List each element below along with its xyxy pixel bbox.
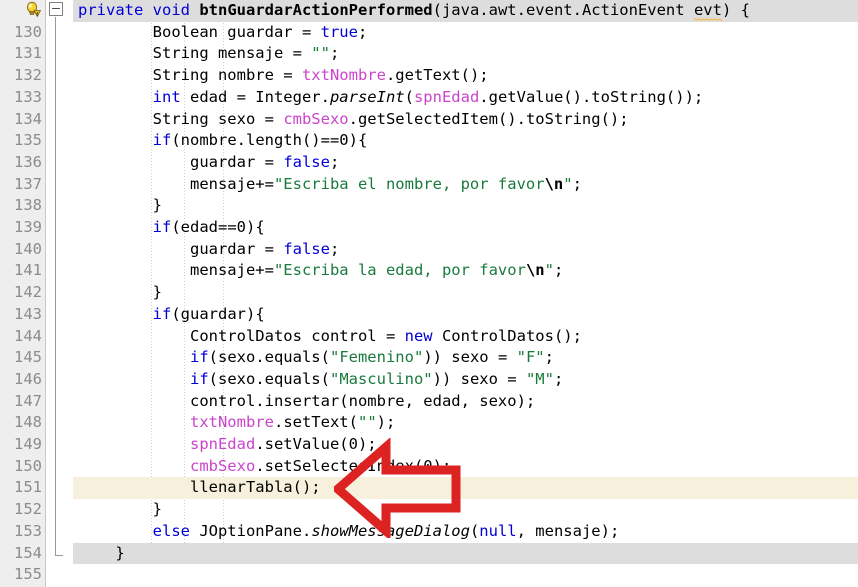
token-keyword-if: if	[189, 369, 209, 388]
code-line-146[interactable]: if(sexo.equals("Masculino")) sexo = "M";	[73, 369, 858, 391]
line-number-140: 140	[14, 239, 42, 258]
code-line-142[interactable]: }	[73, 282, 858, 304]
line-number-131: 131	[14, 44, 42, 63]
line-number-134: 134	[14, 109, 42, 128]
code-line-143[interactable]: if(guardar){	[73, 304, 858, 326]
token-param-evt-warning: evt	[693, 1, 722, 19]
line-number-151: 151	[14, 478, 42, 497]
code-line-138[interactable]: }	[73, 195, 858, 217]
line-number-142: 142	[14, 283, 42, 302]
line-number-139: 139	[14, 218, 42, 236]
token-keyword-else: else	[152, 521, 190, 540]
token-keyword-null: null	[479, 521, 517, 540]
fold-range-line	[55, 17, 56, 556]
token-escape-newline: \n	[525, 261, 545, 280]
code-line-144[interactable]: ControlDatos control = new ControlDatos(…	[73, 326, 858, 348]
line-number-155: 155	[14, 565, 42, 584]
fold-margin[interactable]	[47, 0, 73, 587]
code-line-155[interactable]	[73, 564, 858, 586]
line-number-144: 144	[14, 326, 42, 345]
token-keyword-true: true	[320, 22, 358, 41]
line-number-135: 135	[14, 131, 42, 150]
code-line-135[interactable]: if(nombre.length()==0){	[73, 130, 858, 152]
line-number-152: 152	[14, 500, 42, 519]
token-string: ""	[357, 413, 377, 432]
code-line-139[interactable]: if(edad==0){	[73, 217, 858, 239]
line-number-148: 148	[14, 413, 42, 432]
code-line-141[interactable]: mensaje+="Escriba la edad, por favor\n";	[73, 260, 858, 282]
fold-toggle-collapse[interactable]	[49, 2, 63, 16]
token-method-name: btnGuardarActionPerformed	[199, 1, 433, 19]
code-editor[interactable]: 130 131 132 133 134 135 136 137 138 139 140 141 142 1…	[0, 0, 858, 587]
code-line-154[interactable]: }	[73, 542, 858, 565]
line-number-141: 141	[14, 261, 42, 280]
code-line-151-highlighted[interactable]: llenarTabla();	[73, 477, 858, 500]
line-number-143: 143	[14, 304, 42, 323]
token-keyword-if: if	[189, 348, 209, 367]
line-number-137: 137	[14, 174, 42, 193]
token-field-cmbsexo: cmbSexo	[283, 109, 349, 128]
token-keyword-private: private	[78, 1, 144, 19]
token-field-spnedad: spnEdad	[413, 87, 480, 106]
code-line-145[interactable]: if(sexo.equals("Femenino")) sexo = "F";	[73, 347, 858, 369]
line-number-133: 133	[14, 87, 42, 106]
token-field-txtnombre: txtNombre	[301, 66, 386, 85]
fold-range-end	[55, 555, 63, 556]
line-number-150: 150	[14, 456, 42, 475]
token-field-txtnombre: txtNombre	[189, 413, 274, 432]
token-string: "Femenino"	[329, 348, 424, 367]
code-line-132[interactable]: String nombre = txtNombre.getText();	[73, 65, 858, 87]
line-number-130: 130	[14, 22, 42, 41]
token-string: ""	[311, 44, 330, 63]
line-number-153: 153	[14, 521, 42, 540]
token-string: "Escriba la edad, por favor\n"	[273, 261, 554, 280]
token-string: "M"	[525, 369, 554, 388]
token-string: "Masculino"	[329, 369, 433, 388]
token-string: "F"	[516, 348, 545, 367]
token-keyword-false: false	[283, 152, 330, 171]
code-line-137[interactable]: mensaje+="Escriba el nombre, por favor\n…	[73, 174, 858, 196]
token-keyword-if: if	[152, 131, 172, 150]
line-number-154: 154	[14, 543, 42, 562]
lightbulb-warning-icon[interactable]	[24, 1, 42, 18]
line-number-gutter: 130 131 132 133 134 135 136 137 138 139 140 141 142 1…	[0, 0, 46, 587]
line-number-145: 145	[14, 348, 42, 367]
code-line-130[interactable]: Boolean guardar = true;	[73, 22, 858, 44]
code-line-140[interactable]: guardar = false;	[73, 239, 858, 261]
line-number-136: 136	[14, 152, 42, 171]
token-keyword-if: if	[152, 304, 172, 323]
token-static-parseint: parseInt	[329, 87, 405, 106]
token-keyword-if: if	[152, 218, 172, 236]
token-keyword-new: new	[404, 326, 433, 345]
token-keyword-int: int	[152, 87, 181, 106]
line-number-147: 147	[14, 391, 42, 410]
token-field-cmbsexo: cmbSexo	[189, 456, 256, 475]
token-keyword-false: false	[283, 239, 330, 258]
token-keyword-void: void	[152, 1, 190, 19]
code-line-150[interactable]: cmbSexo.setSelectedIndex(0);	[73, 456, 858, 478]
code-line-134[interactable]: String sexo = cmbSexo.getSelectedItem().…	[73, 109, 858, 131]
line-number-132: 132	[14, 66, 42, 85]
token-field-spnedad: spnEdad	[189, 435, 256, 453]
code-line-152[interactable]: }	[73, 499, 858, 521]
token-static-showmessagedialog: showMessageDialog	[311, 521, 470, 540]
code-surface[interactable]: private void btnGuardarActionPerformed(j…	[73, 0, 858, 587]
code-line-149[interactable]: spnEdad.setValue(0);	[73, 434, 858, 456]
code-line-136[interactable]: guardar = false;	[73, 152, 858, 174]
token-escape-newline: \n	[544, 174, 564, 193]
code-line-signature[interactable]: private void btnGuardarActionPerformed(j…	[73, 0, 858, 22]
line-number-138: 138	[14, 196, 42, 215]
line-number-149: 149	[14, 435, 42, 453]
code-line-147[interactable]: control.insertar(nombre, edad, sexo);	[73, 391, 858, 413]
code-line-131[interactable]: String mensaje = "";	[73, 43, 858, 65]
code-line-153[interactable]: else JOptionPane.showMessageDialog(null,…	[73, 521, 858, 543]
line-number-146: 146	[14, 369, 42, 388]
code-line-148[interactable]: txtNombre.setText("");	[73, 412, 858, 434]
token-string: "Escriba el nombre, por favor\n"	[273, 174, 573, 193]
code-line-133[interactable]: int edad = Integer.parseInt(spnEdad.getV…	[73, 87, 858, 109]
